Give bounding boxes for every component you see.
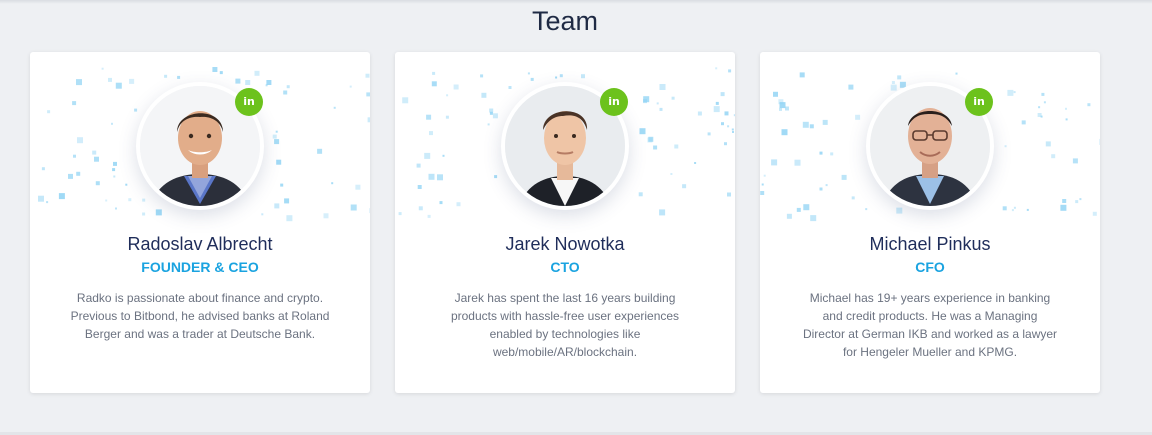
member-name: Jarek Nowotka	[505, 234, 625, 254]
linkedin-icon[interactable]: in	[600, 88, 628, 116]
member-role: CFO	[915, 259, 945, 275]
member-role: CTO	[550, 259, 580, 275]
linkedin-icon[interactable]: in	[965, 88, 993, 116]
member-bio: Michael has 19+ years experience in bank…	[802, 291, 1058, 359]
section-title: Team	[531, 6, 599, 36]
member-bio: Jarek has spent the last 16 years buildi…	[450, 291, 680, 359]
member-name: Radoslav Albrecht	[127, 234, 273, 254]
member-name: Michael Pinkus	[869, 234, 991, 254]
linkedin-icon[interactable]: in	[235, 88, 263, 116]
team-card-jarek-nowotka: in Jarek Nowotka CTO Jarek has spent the…	[395, 52, 735, 393]
team-card-michael-pinkus: in Michael Pinkus CFO Michael has 19+ ye…	[760, 52, 1100, 393]
member-bio: Radko is passionate about finance and cr…	[70, 291, 330, 341]
team-card-radoslav-albrecht: in Radoslav Albrecht FOUNDER & CEO Radko…	[30, 52, 370, 393]
member-role: FOUNDER & CEO	[141, 259, 259, 275]
